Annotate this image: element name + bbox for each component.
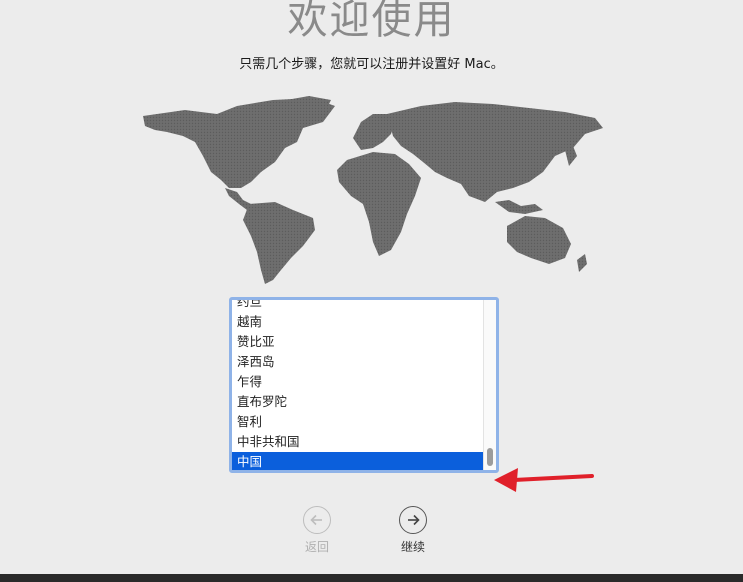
arrow-left-circle-icon bbox=[303, 506, 331, 534]
bottom-bar bbox=[0, 574, 743, 582]
back-label: 返回 bbox=[304, 540, 329, 554]
list-item[interactable]: 赞比亚 bbox=[232, 332, 485, 352]
back-button[interactable]: 返回 bbox=[287, 506, 347, 554]
list-item[interactable]: 智利 bbox=[232, 412, 485, 432]
list-item[interactable]: 越南 bbox=[232, 312, 485, 332]
welcome-title: 欢迎使用 bbox=[287, 0, 456, 43]
arrow-right-circle-icon bbox=[399, 506, 427, 534]
list-item-selected[interactable]: 中国 bbox=[232, 452, 485, 470]
list-item[interactable]: 约旦 bbox=[232, 300, 485, 312]
continue-label: 继续 bbox=[400, 540, 425, 554]
list-scrollbar[interactable] bbox=[483, 300, 496, 470]
country-list[interactable]: 约旦 越南 赞比亚 泽西岛 乍得 直布罗陀 智利 中非共和国 中国 bbox=[229, 297, 499, 473]
continue-button[interactable]: 继续 bbox=[383, 506, 443, 554]
list-item[interactable]: 直布罗陀 bbox=[232, 392, 485, 412]
annotation-arrow-icon bbox=[494, 468, 594, 492]
list-item[interactable]: 中非共和国 bbox=[232, 432, 485, 452]
welcome-subtitle: 只需几个步骤，您就可以注册并设置好 Mac。 bbox=[239, 57, 504, 72]
list-item[interactable]: 乍得 bbox=[232, 372, 485, 392]
world-map-image bbox=[143, 96, 603, 284]
list-item[interactable]: 泽西岛 bbox=[232, 352, 485, 372]
